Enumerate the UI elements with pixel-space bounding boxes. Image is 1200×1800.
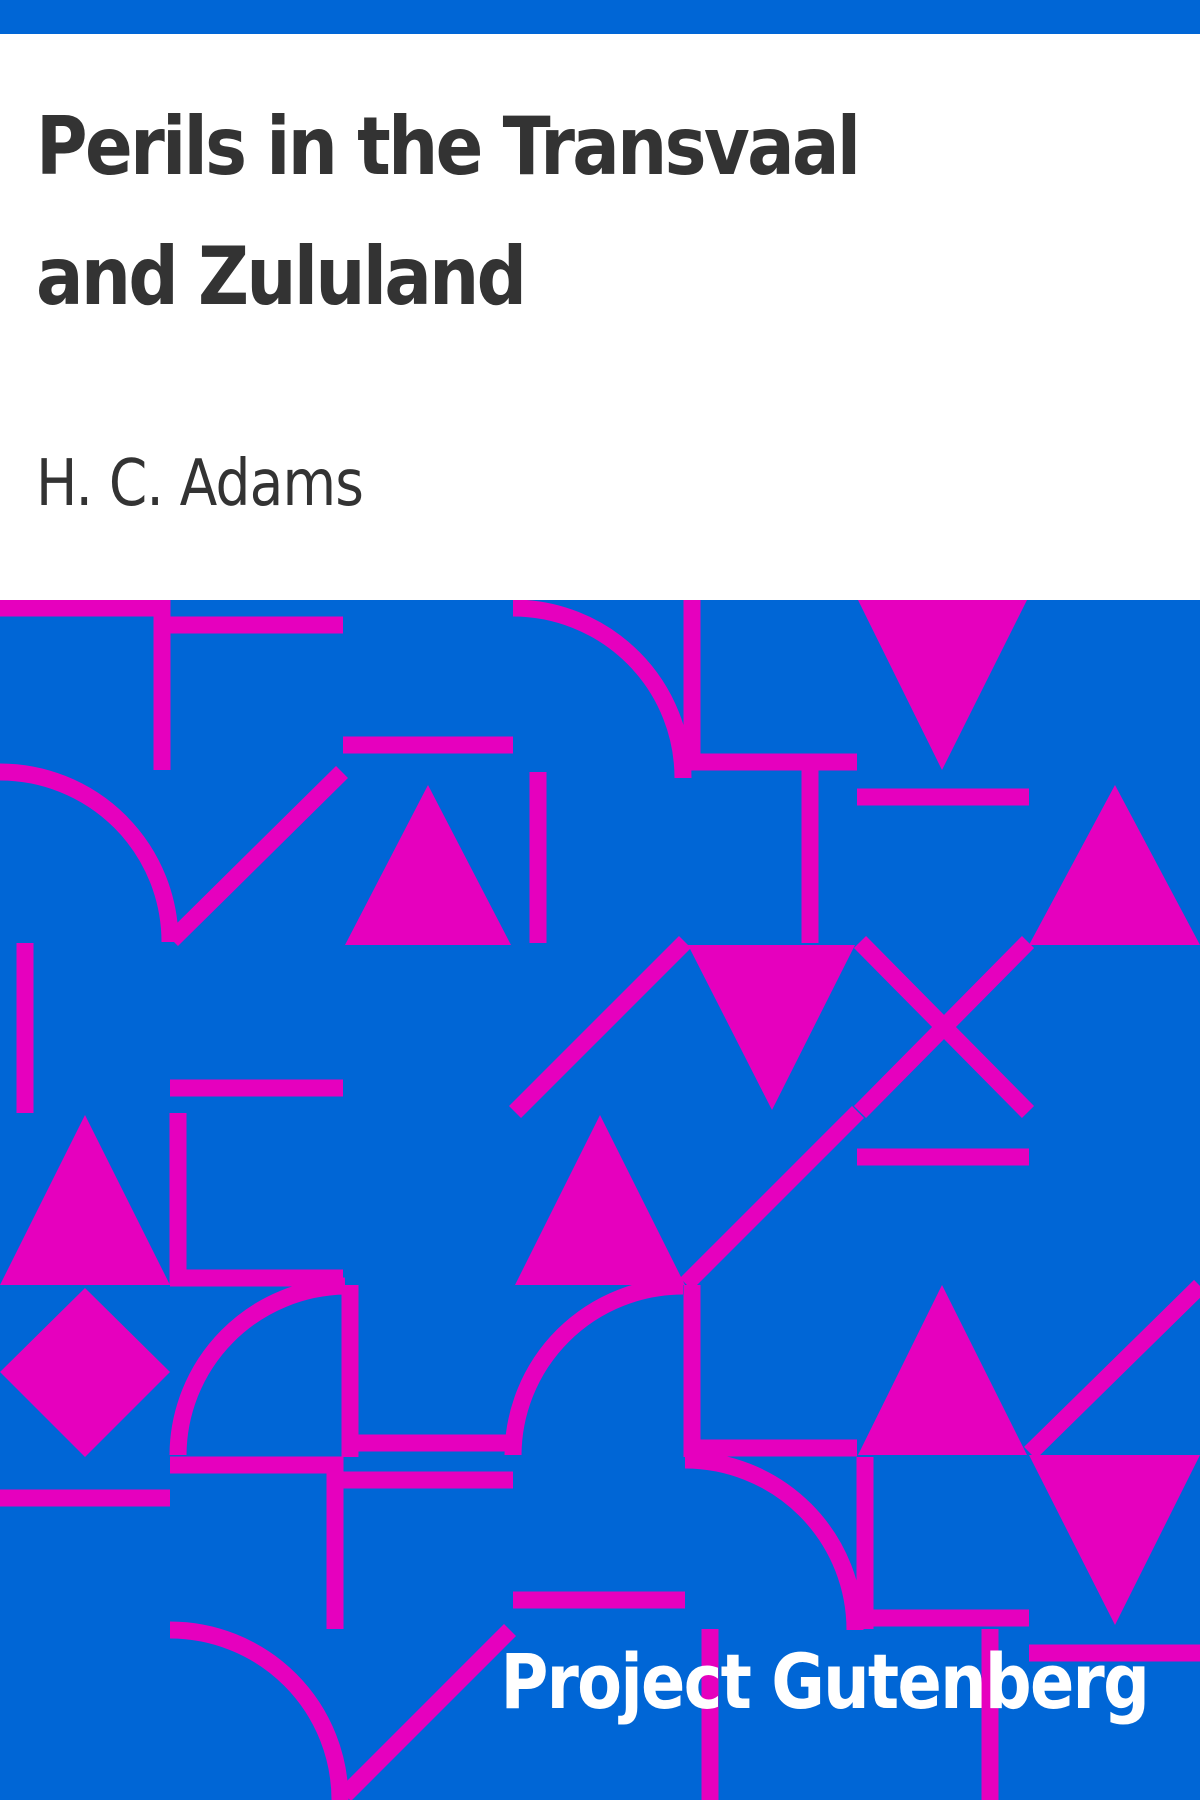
top-color-bar (0, 0, 1200, 34)
geometric-cover-pattern (0, 600, 1200, 1800)
book-author: H. C. Adams (36, 447, 364, 521)
book-title: Perils in the Transvaal and Zululand (36, 100, 861, 323)
publisher-name: Project Gutenberg (500, 1637, 1149, 1726)
